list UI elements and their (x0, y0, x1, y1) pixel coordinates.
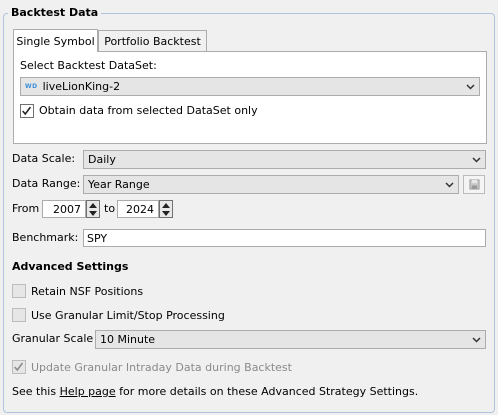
dataset-select-value: liveLionKing-2 (42, 80, 121, 93)
granular-limit-checkbox[interactable] (12, 308, 26, 322)
help-text: See this Help page for more details on t… (12, 385, 418, 398)
update-intraday-checkbox[interactable] (12, 360, 26, 374)
to-year-input[interactable]: 2024 (117, 200, 159, 218)
granular-scale-label: Granular Scale (12, 332, 94, 345)
chevron-down-icon (472, 337, 481, 343)
to-label: to (104, 202, 116, 215)
spin-up-icon (89, 202, 97, 208)
retain-nsf-label: Retain NSF Positions (31, 285, 144, 298)
help-text-suffix: for more details on these Advanced Strat… (115, 385, 419, 398)
save-icon (468, 179, 480, 190)
spin-down-icon (162, 210, 170, 216)
chevron-down-icon (466, 84, 475, 90)
help-page-link[interactable]: Help page (60, 385, 116, 398)
from-year-input[interactable]: 2007 (42, 200, 86, 218)
save-range-button[interactable] (463, 175, 485, 194)
spin-down-icon (89, 210, 97, 216)
data-range-value: Year Range (88, 178, 150, 191)
granular-limit-label: Use Granular Limit/Stop Processing (31, 309, 225, 322)
data-range-select[interactable]: Year Range (83, 175, 459, 194)
dataset-label: Select Backtest DataSet: (20, 59, 157, 72)
dataset-select[interactable]: WD liveLionKing-2 (20, 77, 480, 96)
data-range-label: Data Range: (12, 177, 81, 190)
data-scale-value: Daily (88, 153, 116, 166)
from-year-spinner[interactable] (86, 200, 100, 218)
help-text-prefix: See this (12, 385, 60, 398)
retain-nsf-checkbox[interactable] (12, 284, 26, 298)
tab-portfolio-backtest[interactable]: Portfolio Backtest (98, 30, 207, 52)
check-icon (22, 106, 32, 116)
to-year-spinner[interactable] (159, 200, 173, 218)
from-label: From (12, 202, 40, 215)
data-scale-select[interactable]: Daily (83, 150, 486, 169)
tab-single-symbol[interactable]: Single Symbol (13, 29, 98, 52)
granular-scale-value: 10 Minute (100, 333, 156, 346)
advanced-settings-heading: Advanced Settings (12, 260, 129, 273)
single-symbol-panel: Select Backtest DataSet: WD liveLionKing… (13, 51, 487, 144)
obtain-only-checkbox[interactable] (20, 104, 34, 118)
chevron-down-icon (472, 157, 481, 163)
granular-scale-select[interactable]: 10 Minute (95, 330, 486, 349)
spin-up-icon (162, 202, 170, 208)
group-title: Backtest Data (8, 6, 102, 19)
data-scale-label: Data Scale: (12, 152, 76, 165)
chevron-down-icon (445, 182, 454, 188)
obtain-only-label: Obtain data from selected DataSet only (39, 104, 258, 117)
benchmark-input[interactable]: SPY (83, 229, 486, 247)
dataset-badge-icon: WD (25, 83, 38, 90)
update-intraday-label: Update Granular Intraday Data during Bac… (31, 361, 292, 374)
benchmark-label: Benchmark: (12, 231, 79, 244)
check-icon (14, 362, 24, 372)
